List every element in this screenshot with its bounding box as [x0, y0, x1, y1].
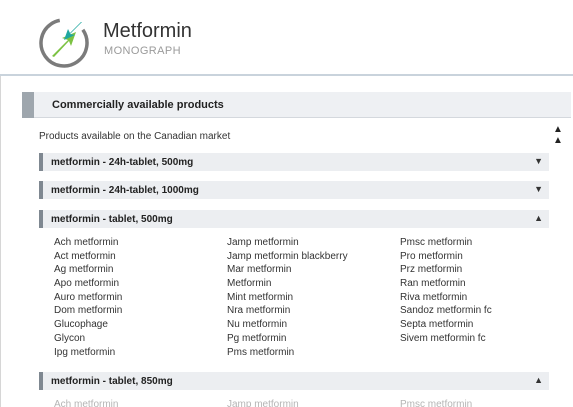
section-header[interactable]: Commercially available products — [22, 92, 571, 118]
list-item: Ach metformin — [54, 399, 119, 407]
list-item: Nu metformin — [227, 319, 288, 331]
list-item: Ach metformin — [54, 237, 119, 248]
list-item: Pms metformin — [227, 346, 295, 358]
list-item: Jamp metformin — [227, 237, 299, 248]
product-label: metformin - tablet, 850mg — [51, 376, 173, 387]
brand-column-1: Ach metformin Act metformin Ag metformin… — [54, 237, 122, 360]
product-row-24h-500[interactable]: metformin - 24h-tablet, 500mg ▼ — [39, 153, 549, 171]
list-item: Pmsc metformin — [400, 399, 473, 407]
list-item: Ipg metformin — [54, 346, 116, 358]
list-item: Act metformin — [54, 250, 116, 262]
product-label: metformin - 24h-tablet, 1000mg — [51, 185, 199, 196]
brand-column-2: Jamp metformin Jamp metformin blackberry… — [227, 237, 348, 360]
list-item: Dom metformin — [54, 305, 123, 317]
list-item: Mint metformin — [227, 291, 294, 303]
list-item: Pro metformin — [400, 250, 463, 262]
section-title: Commercially available products — [52, 99, 224, 111]
list-item: Septa metformin — [400, 319, 474, 331]
market-note: Products available on the Canadian marke… — [39, 131, 231, 142]
list-item: Ag metformin — [54, 264, 114, 276]
list-item: Pmsc metformin — [400, 237, 473, 248]
list-item: Jamp metformin blackberry — [227, 250, 348, 262]
list-item: Apo metformin — [54, 278, 120, 290]
list-item: Nra metformin — [227, 305, 291, 317]
list-item: Metformin — [227, 278, 272, 290]
list-item: Ran metformin — [400, 278, 466, 290]
product-row-24h-1000[interactable]: metformin - 24h-tablet, 1000mg ▼ — [39, 181, 549, 199]
list-item: Prz metformin — [400, 264, 463, 276]
list-item: Riva metformin — [400, 291, 468, 303]
page-title: Metformin — [103, 20, 192, 42]
product-row-tablet-850[interactable]: metformin - tablet, 850mg ▲ — [39, 372, 549, 390]
list-item: Mar metformin — [227, 264, 292, 276]
chevron-up-icon[interactable]: ▲ — [534, 375, 543, 385]
product-row-tablet-500[interactable]: metformin - tablet, 500mg ▲ — [39, 210, 549, 228]
chevron-down-icon[interactable]: ▼ — [534, 156, 543, 166]
list-item: Jamp metformin — [227, 399, 299, 407]
double-chevron-up-icon[interactable]: ▲ ▲ — [553, 124, 563, 146]
list-item: Sandoz metformin fc — [400, 305, 492, 317]
list-item: Glucophage — [54, 319, 108, 331]
brand-column-3: Pmsc metformin Pro metformin Prz metform… — [400, 237, 492, 347]
list-item: Auro metformin — [54, 291, 123, 303]
page-subtitle: MONOGRAPH — [104, 45, 181, 57]
section-accent — [22, 92, 34, 118]
list-item: Glycon — [54, 332, 86, 344]
metformin-logo-icon — [39, 18, 89, 68]
monograph-header: Metformin MONOGRAPH — [0, 0, 573, 76]
chevron-down-icon[interactable]: ▼ — [534, 184, 543, 194]
product-label: metformin - 24h-tablet, 500mg — [51, 157, 194, 168]
brand-list-850mg-partial: Ach metformin Jamp metformin Pmsc metfor… — [54, 399, 554, 407]
list-item: Pg metformin — [227, 332, 287, 344]
list-item: Sivem metformin fc — [400, 332, 486, 344]
product-label: metformin - tablet, 500mg — [51, 214, 173, 225]
chevron-up-icon[interactable]: ▲ — [534, 213, 543, 223]
